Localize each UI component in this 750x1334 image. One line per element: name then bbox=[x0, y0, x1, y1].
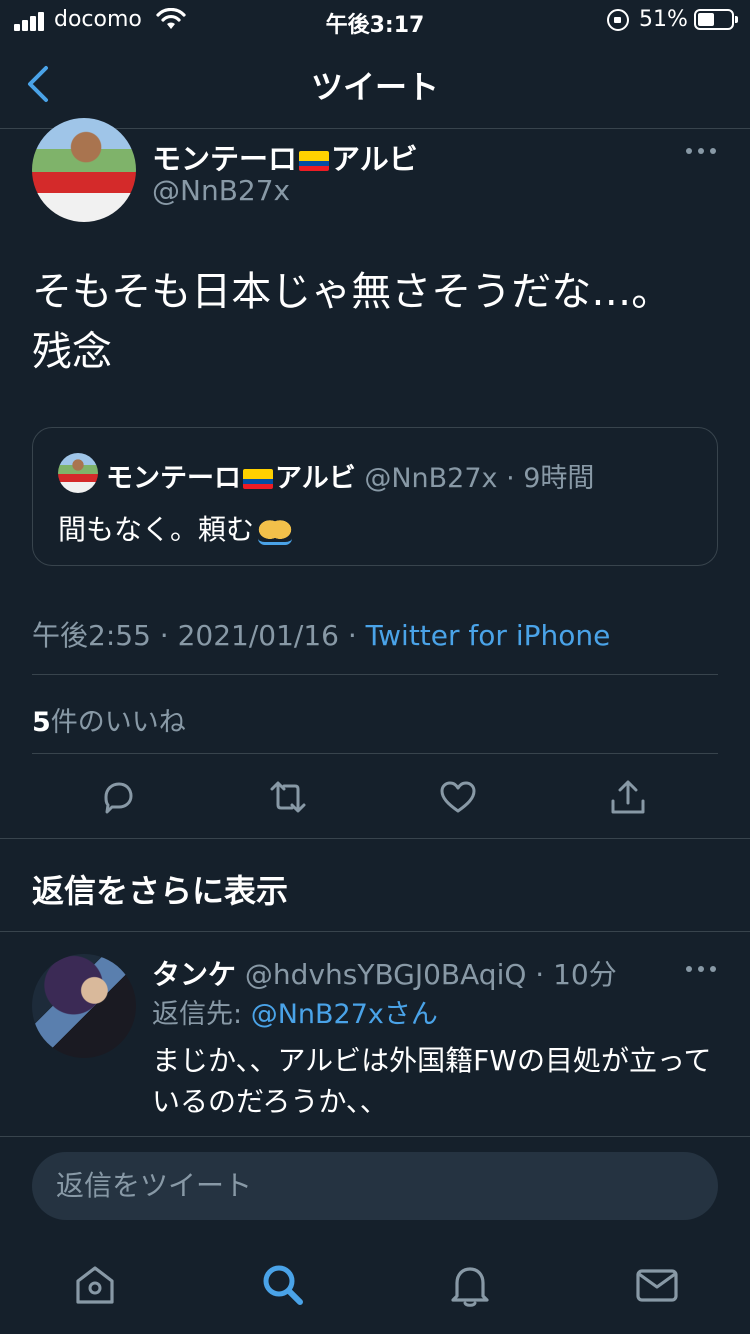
reply-meta: @hdvhsYBGJ0BAqiQ · 10分 bbox=[244, 958, 617, 991]
author-name[interactable]: モンテーロ アルビ bbox=[152, 136, 418, 178]
quoted-tweet-meta: @NnB27x · 9時間 bbox=[364, 463, 595, 494]
folded-hands-emoji bbox=[258, 511, 293, 545]
timestamp-text: 午後2:55 · 2021/01/16 · bbox=[32, 619, 366, 652]
tweet-text-line1: そもそも日本じゃ無さそうだな…。 bbox=[32, 269, 672, 315]
search-icon[interactable] bbox=[258, 1260, 308, 1310]
author-name-part1: モンテーロ bbox=[152, 142, 298, 176]
author-name-part2: アルビ bbox=[331, 142, 418, 176]
replying-to: 返信先: @NnB27xさん bbox=[152, 992, 438, 1031]
retweet-icon[interactable] bbox=[268, 777, 308, 817]
page-title: ツイート bbox=[310, 68, 439, 106]
orientation-lock-icon bbox=[607, 9, 629, 31]
quoted-tweet-header: モンテーロ アルビ @NnB27x · 9時間 bbox=[106, 456, 594, 495]
status-bar: docomo 午後3:17 51% bbox=[0, 0, 750, 40]
battery-icon bbox=[694, 9, 738, 30]
reply-more-options-icon[interactable] bbox=[686, 964, 726, 974]
likes-number: 5 bbox=[32, 707, 51, 738]
tweet-text-line2: 残念 bbox=[32, 329, 112, 375]
reply-author-name[interactable]: タンケ bbox=[152, 958, 236, 991]
reply-compose-input[interactable]: 返信をツイート bbox=[32, 1152, 718, 1220]
reply-to-label: 返信先: bbox=[152, 999, 251, 1030]
divider bbox=[0, 838, 750, 839]
quoted-author-avatar bbox=[58, 453, 98, 493]
battery-percentage: 51% bbox=[639, 7, 688, 32]
share-icon[interactable] bbox=[608, 777, 648, 817]
quoted-author-name-part2: アルビ bbox=[275, 463, 356, 494]
more-options-icon[interactable] bbox=[686, 146, 726, 156]
divider bbox=[32, 674, 718, 675]
notifications-icon[interactable] bbox=[445, 1260, 495, 1310]
ecuador-flag-icon bbox=[243, 469, 273, 489]
divider bbox=[32, 753, 718, 754]
messages-icon[interactable] bbox=[632, 1260, 682, 1310]
likes-count[interactable]: 5件のいいね bbox=[32, 700, 186, 739]
ecuador-flag-icon bbox=[299, 151, 330, 171]
divider bbox=[0, 931, 750, 932]
quoted-author-name-part1: モンテーロ bbox=[106, 463, 241, 494]
quoted-tweet-text: 間もなく。頼む bbox=[58, 508, 293, 548]
author-handle[interactable]: @NnB27x bbox=[152, 174, 290, 207]
status-time: 午後3:17 bbox=[325, 13, 425, 38]
reply-text: まじか、、アルビは外国籍FWの目処が立っているのだろうか、、 bbox=[152, 1044, 712, 1118]
quoted-tweet-text-content: 間もなく。頼む bbox=[58, 513, 255, 546]
reply-author-avatar[interactable] bbox=[32, 954, 136, 1058]
tweet-text: そもそも日本じゃ無さそうだな…。 残念 bbox=[32, 262, 732, 382]
reply-to-handle-link[interactable]: @NnB27xさん bbox=[251, 999, 438, 1030]
tweet-timestamp: 午後2:55 · 2021/01/16 · Twitter for iPhone bbox=[32, 614, 610, 654]
author-avatar[interactable] bbox=[32, 118, 136, 222]
tweet-source-link[interactable]: Twitter for iPhone bbox=[366, 619, 611, 652]
reply-header: タンケ @hdvhsYBGJ0BAqiQ · 10分 bbox=[152, 953, 617, 993]
likes-label: 件のいいね bbox=[50, 707, 186, 738]
reply-icon[interactable] bbox=[98, 777, 138, 817]
more-replies-title: 返信をさらに表示 bbox=[32, 872, 289, 910]
home-icon[interactable] bbox=[70, 1260, 120, 1310]
like-icon[interactable] bbox=[438, 777, 478, 817]
